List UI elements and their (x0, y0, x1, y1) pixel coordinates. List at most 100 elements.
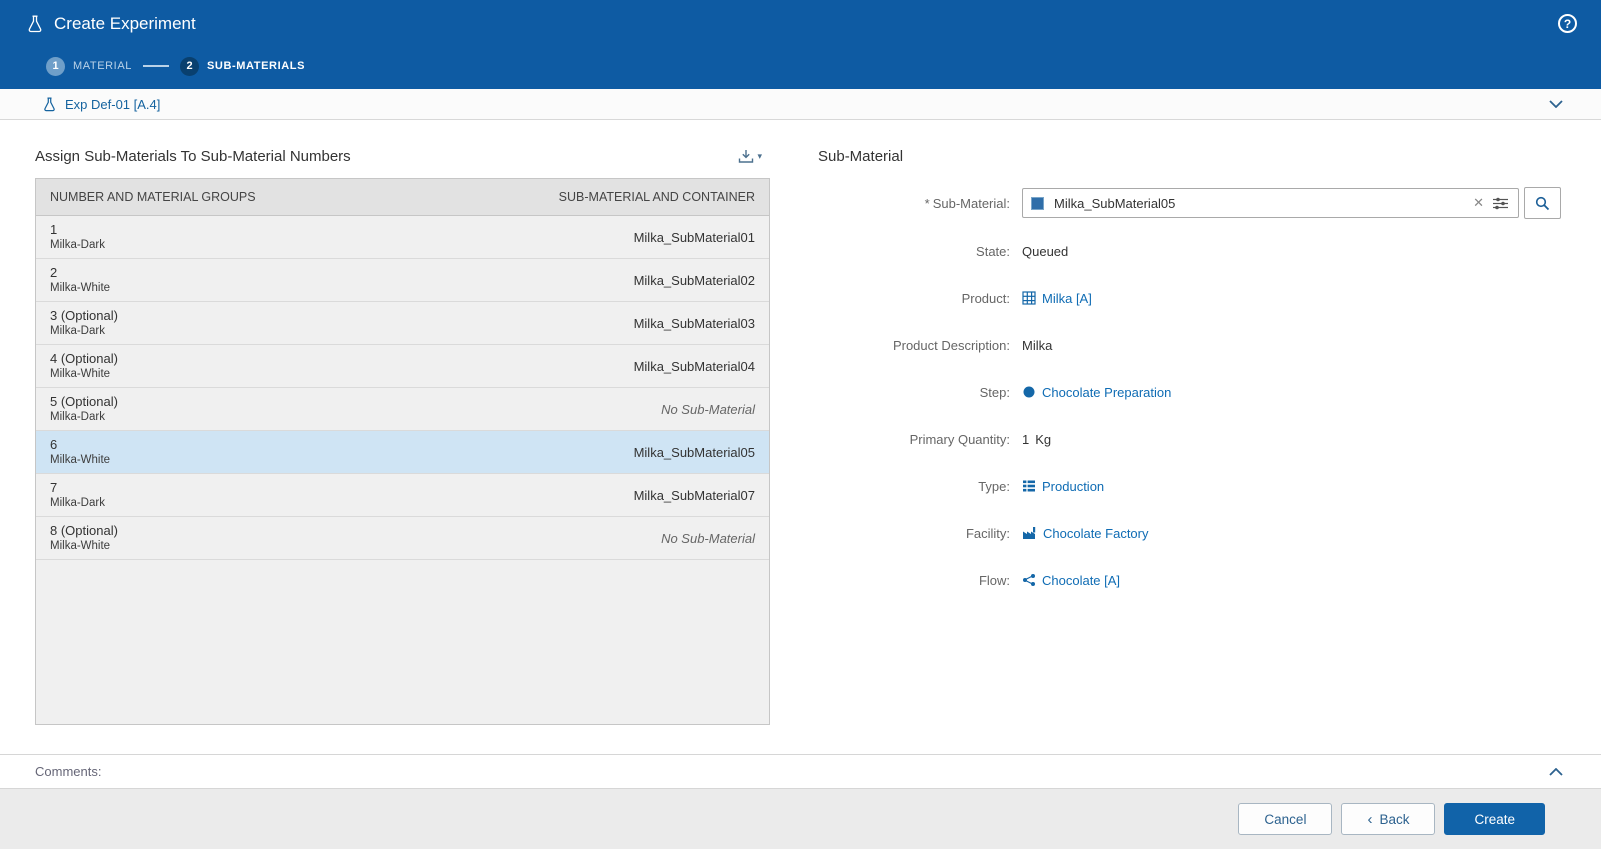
row-sub-material: No Sub-Material (661, 402, 755, 417)
cancel-button[interactable]: Cancel (1238, 803, 1332, 835)
row-material-group: Milka-White (50, 539, 118, 554)
state-value: Queued (1022, 244, 1068, 259)
search-button[interactable] (1524, 187, 1561, 219)
back-button-label: Back (1379, 812, 1409, 827)
field-facility: Facility: Chocolate Factory (818, 518, 1561, 548)
row-sub-material: Milka_SubMaterial04 (634, 359, 755, 374)
flow-link-text: Chocolate [A] (1042, 573, 1120, 588)
main-content: Assign Sub-Materials To Sub-Material Num… (0, 120, 1601, 754)
row-number: 2 (50, 265, 110, 281)
field-label: State: (818, 244, 1010, 259)
row-material-group: Milka-Dark (50, 410, 118, 425)
sub-material-input-box: ✕ (1022, 188, 1519, 218)
download-icon (738, 149, 754, 164)
field-label: Product: (818, 291, 1010, 306)
field-flow: Flow: Chocolate [A] (818, 565, 1561, 595)
step-icon (1022, 385, 1036, 399)
comments-section: Comments: (0, 754, 1601, 789)
required-indicator: * (925, 196, 930, 211)
factory-icon (1022, 526, 1037, 540)
row-sub-material: Milka_SubMaterial03 (634, 316, 755, 331)
field-label: *Sub-Material: (818, 196, 1010, 211)
chevron-left-icon: ‹ (1367, 812, 1372, 827)
product-link[interactable]: Milka [A] (1022, 291, 1092, 306)
row-number: 5 (Optional) (50, 394, 118, 410)
type-icon (1022, 479, 1036, 493)
row-material-group: Milka-Dark (50, 496, 105, 511)
app-header: Create Experiment ? 1 MATERIAL 2 SUB-MAT… (0, 0, 1601, 89)
chevron-up-icon[interactable] (1549, 768, 1563, 776)
material-icon (1031, 197, 1044, 210)
search-icon (1535, 196, 1550, 211)
row-material-group: Milka-White (50, 367, 118, 382)
context-bar: Exp Def-01 [A.4] (0, 89, 1601, 120)
clear-icon[interactable]: ✕ (1469, 195, 1491, 211)
assignment-panel: Assign Sub-Materials To Sub-Material Num… (35, 148, 770, 754)
row-number-group: 5 (Optional) Milka-Dark (50, 394, 118, 425)
chevron-down-icon[interactable] (1549, 100, 1563, 108)
field-step: Step: Chocolate Preparation (818, 377, 1561, 407)
sub-material-detail-panel: Sub-Material *Sub-Material: ✕ (818, 148, 1561, 754)
step-connector (143, 65, 169, 67)
type-link-text: Production (1042, 479, 1104, 494)
row-number-group: 1 Milka-Dark (50, 222, 105, 253)
step-link-text: Chocolate Preparation (1042, 385, 1171, 400)
step-number: 1 (46, 57, 65, 76)
export-button[interactable]: ▾ (738, 149, 770, 164)
quantity-unit: Kg (1035, 432, 1051, 447)
sub-material-input[interactable] (1052, 195, 1469, 212)
field-product: Product: Milka [A] (818, 283, 1561, 313)
dropdown-caret-icon: ▾ (757, 149, 762, 164)
facility-link[interactable]: Chocolate Factory (1022, 526, 1149, 541)
flow-icon (1022, 573, 1036, 587)
comments-label: Comments: (35, 764, 101, 779)
field-label: Type: (818, 479, 1010, 494)
assignment-panel-title: Assign Sub-Materials To Sub-Material Num… (35, 148, 351, 165)
flow-link[interactable]: Chocolate [A] (1022, 573, 1120, 588)
help-icon[interactable]: ? (1558, 14, 1577, 33)
row-material-group: Milka-Dark (50, 324, 118, 339)
table-row[interactable]: 8 (Optional) Milka-White No Sub-Material (36, 517, 769, 560)
row-number-group: 2 Milka-White (50, 265, 110, 296)
field-sub-material: *Sub-Material: ✕ (818, 187, 1561, 219)
table-row[interactable]: 5 (Optional) Milka-Dark No Sub-Material (36, 388, 769, 431)
create-button[interactable]: Create (1444, 803, 1545, 835)
row-number: 1 (50, 222, 105, 238)
wizard-steps: 1 MATERIAL 2 SUB-MATERIALS (0, 47, 1601, 85)
flask-icon (27, 15, 43, 33)
table-row-selected[interactable]: 6 Milka-White Milka_SubMaterial05 (36, 431, 769, 474)
table-row[interactable]: 2 Milka-White Milka_SubMaterial02 (36, 259, 769, 302)
table-row[interactable]: 3 (Optional) Milka-Dark Milka_SubMateria… (36, 302, 769, 345)
row-material-group: Milka-White (50, 281, 110, 296)
value-help-icon[interactable] (1491, 197, 1510, 210)
step-sub-materials[interactable]: 2 SUB-MATERIALS (180, 57, 305, 76)
field-state: State: Queued (818, 236, 1561, 266)
flask-icon (43, 97, 56, 112)
product-link-text: Milka [A] (1042, 291, 1092, 306)
back-button[interactable]: ‹ Back (1341, 803, 1435, 835)
field-label: Step: (818, 385, 1010, 400)
row-material-group: Milka-White (50, 453, 110, 468)
step-link[interactable]: Chocolate Preparation (1022, 385, 1171, 400)
row-number: 3 (Optional) (50, 308, 118, 324)
row-number: 4 (Optional) (50, 351, 118, 367)
primary-quantity-value: 1 Kg (1022, 432, 1051, 447)
step-number: 2 (180, 57, 199, 76)
field-label: Primary Quantity: (818, 432, 1010, 447)
type-link[interactable]: Production (1022, 479, 1104, 494)
table-row[interactable]: 7 Milka-Dark Milka_SubMaterial07 (36, 474, 769, 517)
sub-material-table: NUMBER AND MATERIAL GROUPS SUB-MATERIAL … (35, 178, 770, 725)
page-title: Create Experiment (54, 14, 196, 34)
row-number-group: 6 Milka-White (50, 437, 110, 468)
table-row[interactable]: 1 Milka-Dark Milka_SubMaterial01 (36, 216, 769, 259)
step-material[interactable]: 1 MATERIAL (46, 57, 132, 76)
row-number-group: 4 (Optional) Milka-White (50, 351, 118, 382)
row-sub-material: Milka_SubMaterial01 (634, 230, 755, 245)
row-number: 7 (50, 480, 105, 496)
experiment-definition-label: Exp Def-01 [A.4] (65, 97, 160, 112)
table-row[interactable]: 4 (Optional) Milka-White Milka_SubMateri… (36, 345, 769, 388)
product-description-value: Milka (1022, 338, 1052, 353)
step-label: MATERIAL (73, 60, 132, 72)
product-icon (1022, 291, 1036, 305)
row-sub-material: Milka_SubMaterial02 (634, 273, 755, 288)
